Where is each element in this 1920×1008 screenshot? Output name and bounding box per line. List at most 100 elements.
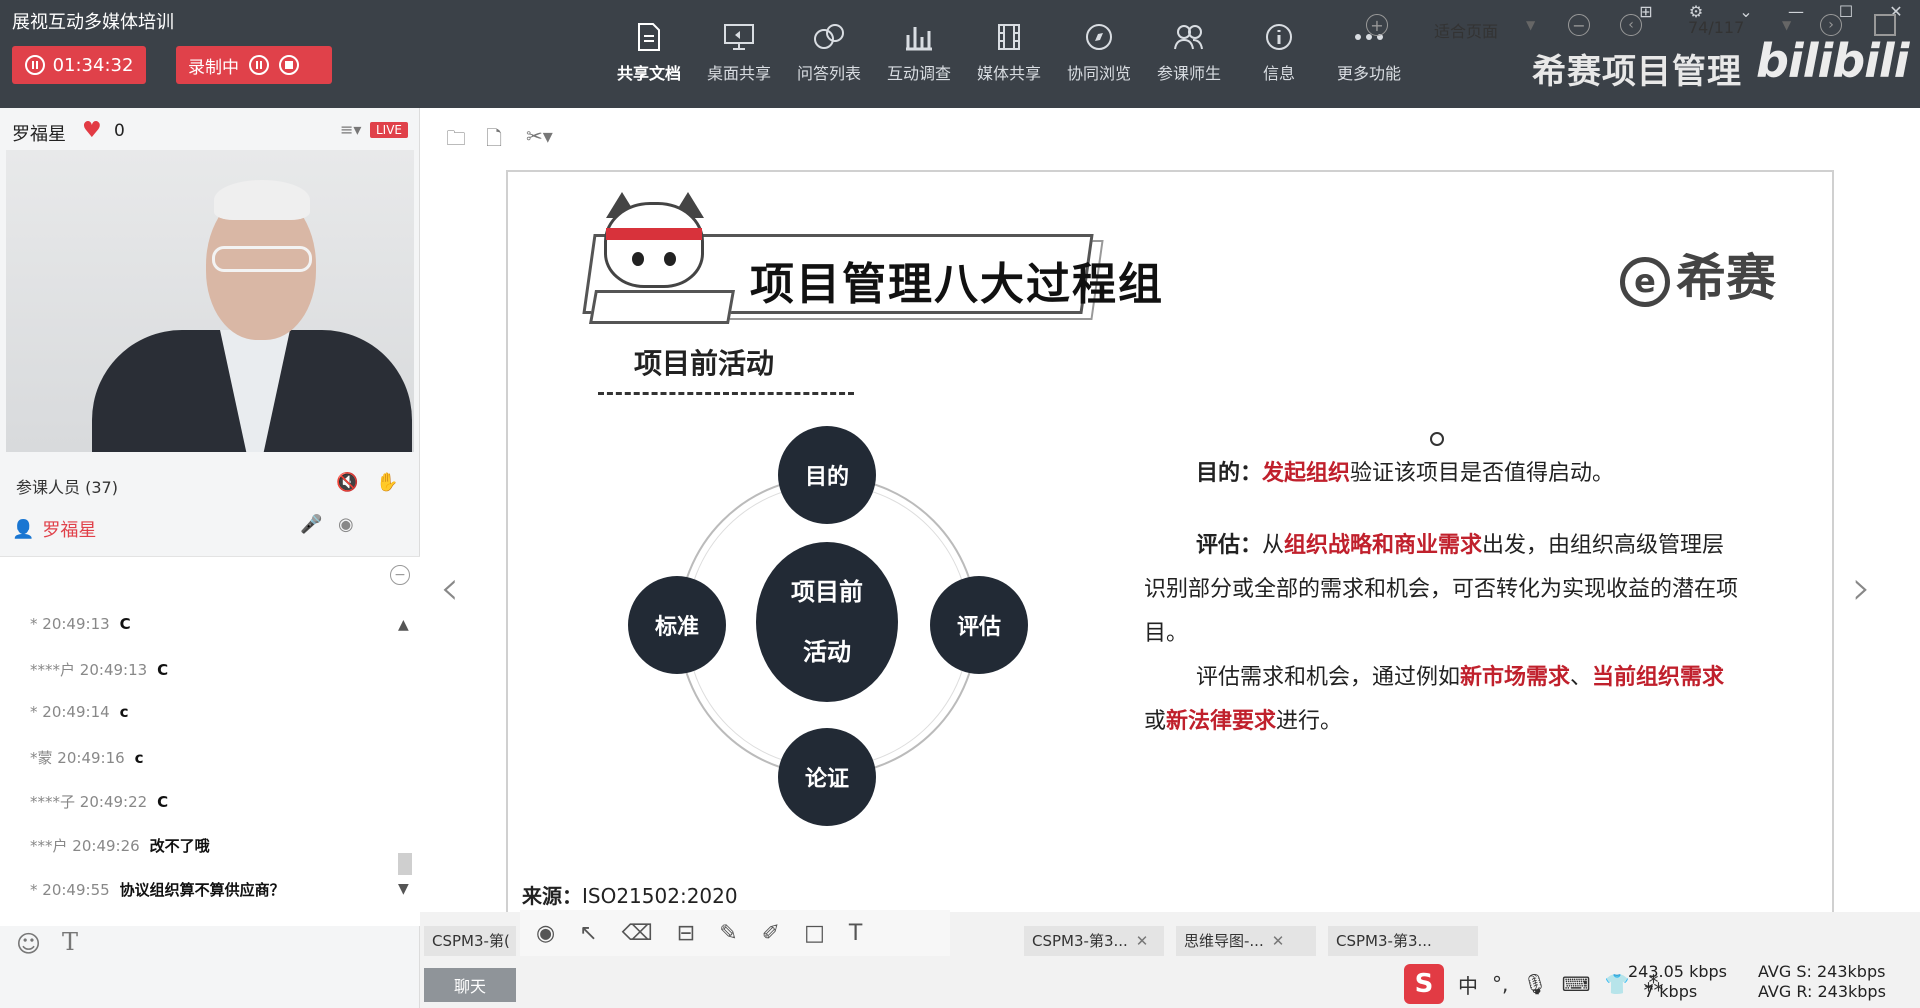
- close-tab-icon: ✕: [1271, 932, 1285, 950]
- pause-circle-icon: [24, 55, 45, 75]
- bar-chart-icon: [902, 20, 936, 54]
- info-icon: [1262, 20, 1296, 54]
- toolbar-desktop-share[interactable]: 桌面共享: [694, 20, 784, 90]
- page-indicator[interactable]: 74/117: [1688, 18, 1744, 37]
- close-tab-icon: ✕: [1135, 932, 1149, 950]
- chevron-down-icon[interactable]: ▼: [1782, 18, 1791, 32]
- clear-icon[interactable]: ⊟: [677, 921, 695, 946]
- toolbar-label: 信息: [1262, 64, 1295, 83]
- toolbar-label: 参课师生: [1156, 64, 1221, 83]
- recording-button[interactable]: 录制中: [176, 46, 332, 84]
- heart-icon[interactable]: ♥: [82, 118, 102, 143]
- timer-button[interactable]: 01:34:32: [12, 46, 146, 84]
- toolbar-shared-docs[interactable]: 共享文档: [604, 20, 694, 90]
- chat-message: *蒙 20:49:16 c: [30, 749, 144, 767]
- text-tool-icon[interactable]: T: [849, 921, 862, 946]
- film-icon: [992, 20, 1026, 54]
- desc-assessment-method: 评估需求和机会，通过例如新市场需求、当前组织需求或新法律要求进行。: [1144, 665, 1725, 734]
- toolbar-info[interactable]: 信息: [1234, 20, 1324, 90]
- zoom-in-icon[interactable]: +: [1366, 14, 1388, 36]
- scroll-down-icon[interactable]: ▼: [398, 881, 409, 897]
- slide: 项目管理八大过程组 e 希赛 项目前活动 目的 标准 评估 论证 项目前 活动 来…: [506, 170, 1834, 914]
- e-logo-icon: e: [1620, 256, 1670, 307]
- chat-collapse-icon[interactable]: −: [390, 565, 410, 585]
- scroll-thumb[interactable]: [398, 853, 412, 875]
- keyboard-icon[interactable]: ⌨: [1562, 972, 1591, 996]
- dashed-underline: [598, 392, 854, 395]
- scroll-up-icon[interactable]: ▲: [398, 617, 409, 633]
- folder-icon[interactable]: 🗀: [446, 124, 466, 158]
- chat-toggle-button[interactable]: 聊天: [424, 968, 516, 1002]
- doc-tab[interactable]: CSPM3-第3... ✕: [1024, 926, 1164, 956]
- self-name: 罗福星: [42, 520, 97, 541]
- list-menu-icon[interactable]: ≡▾: [340, 120, 361, 139]
- slide-prev-arrow-icon[interactable]: ‹: [440, 560, 459, 616]
- doc-tab[interactable]: CSPM3-第3...: [1328, 926, 1478, 956]
- presenter-video: [6, 150, 414, 452]
- node-purpose: 目的: [778, 426, 876, 524]
- ime-mic-icon[interactable]: 🎙: [1522, 972, 1547, 996]
- chat-message: ****子 20:49:22 C: [30, 793, 169, 811]
- stop-recording-icon[interactable]: [279, 55, 299, 75]
- compass-icon: [1082, 20, 1116, 54]
- self-row[interactable]: 👤 罗福星: [12, 516, 96, 542]
- toolbar-qa-list[interactable]: 问答列表: [784, 20, 874, 90]
- toolbar-label: 桌面共享: [706, 64, 771, 83]
- left-panel: 罗福星 ♥ 0 ≡▾ LIVE 参课人员 (37) 🔇 ✋ 👤 罗福星 🎤 ◉ …: [0, 108, 420, 1008]
- pause-recording-icon[interactable]: [249, 55, 269, 75]
- app-title: 展视互动多媒体培训: [12, 12, 174, 33]
- slide-subtitle: 项目前活动: [634, 347, 775, 380]
- slide-description: 目的：发起组织验证该项目是否值得启动。 评估：从组织战略和商业需求出发，由组织高…: [1144, 452, 1744, 744]
- prev-page-icon[interactable]: ‹: [1620, 14, 1642, 36]
- slide-title: 项目管理八大过程组: [750, 259, 1164, 310]
- zoom-out-icon[interactable]: −: [1568, 14, 1590, 36]
- toolbar-cobrowse[interactable]: 协同浏览: [1054, 20, 1144, 90]
- avg-send-rate: AVG S: 243kbps: [1758, 962, 1886, 981]
- text-format-icon[interactable]: T: [62, 928, 78, 956]
- chevron-down-icon[interactable]: ▼: [1526, 18, 1535, 32]
- eraser-icon[interactable]: ⌫: [622, 921, 653, 946]
- bitrate-2: 7 kbps: [1644, 982, 1698, 1001]
- brand-text: 希赛项目管理: [1532, 52, 1742, 92]
- fullscreen-icon[interactable]: [1874, 14, 1896, 36]
- doc-tab[interactable]: 思维导图-... ✕: [1176, 926, 1316, 956]
- presenter-name: 罗福星: [12, 124, 66, 145]
- punctuation-icon[interactable]: °,: [1492, 972, 1508, 996]
- camera-icon[interactable]: ◉: [338, 514, 354, 535]
- document-icon: [632, 20, 666, 54]
- bilibili-logo: bilibili: [1756, 34, 1909, 88]
- toolbar-attendees[interactable]: 参课师生: [1144, 20, 1234, 90]
- record-icon[interactable]: ◉: [536, 921, 555, 946]
- monitor-icon: [722, 20, 756, 54]
- pen-icon[interactable]: ✎: [719, 921, 737, 946]
- highlighter-icon[interactable]: ✐: [762, 921, 780, 946]
- desc-assessment: 评估：从组织战略和商业需求出发，由组织高级管理层识别部分或全部的需求和机会，可否…: [1144, 533, 1739, 646]
- chat-message: * 20:49:13 C: [30, 615, 131, 633]
- toolbar-media-share[interactable]: 媒体共享: [964, 20, 1054, 90]
- next-page-icon[interactable]: ›: [1820, 14, 1842, 36]
- microphone-icon[interactable]: 🎤: [300, 514, 322, 535]
- sogou-ime-icon[interactable]: S: [1404, 964, 1444, 1004]
- window-controls: ⊞ ⚙ ⌄ — ☐ ✕: [1632, 0, 1910, 22]
- emoji-icon[interactable]: ☺: [16, 930, 41, 958]
- toolbar-label: 媒体共享: [976, 64, 1041, 83]
- ime-language[interactable]: 中: [1458, 970, 1478, 999]
- new-doc-icon[interactable]: 🗋: [486, 124, 502, 158]
- scissors-icon[interactable]: ✂▾: [526, 124, 553, 148]
- toolbar-label: 互动调查: [886, 64, 951, 83]
- pointer-icon[interactable]: ↖: [579, 921, 597, 946]
- node-center: 项目前 活动: [756, 542, 898, 702]
- rectangle-icon[interactable]: □: [804, 921, 825, 946]
- raise-hand-icon[interactable]: ✋: [376, 472, 398, 493]
- doc-tab[interactable]: CSPM3-第(: [424, 926, 516, 956]
- skin-icon[interactable]: 👕: [1605, 972, 1630, 996]
- main-toolbar: 共享文档 桌面共享 问答列表 互动调查 媒体共享 协同浏览 参课师生 信息 更多…: [604, 20, 1414, 90]
- slide-next-arrow-icon[interactable]: ›: [1852, 560, 1871, 616]
- fit-page-select[interactable]: 适合页面: [1434, 18, 1498, 42]
- node-justification: 论证: [778, 728, 876, 826]
- mute-all-icon[interactable]: 🔇: [336, 472, 358, 493]
- toolbar-survey[interactable]: 互动调查: [874, 20, 964, 90]
- chat-message: * 20:49:14 c: [30, 703, 129, 721]
- chat-scrollbar[interactable]: ▲ ▼: [396, 617, 414, 897]
- node-assessment: 评估: [930, 576, 1028, 674]
